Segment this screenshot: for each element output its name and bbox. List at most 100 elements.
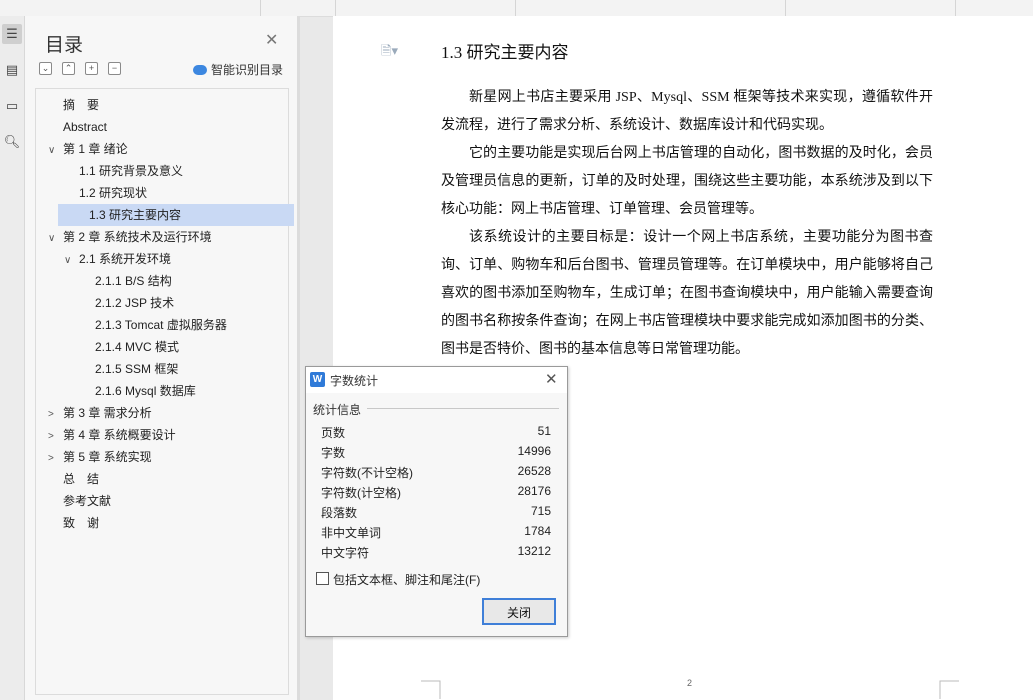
- stat-row: 字符数(不计空格) 26528: [321, 461, 551, 481]
- toolbar-separator: [260, 0, 261, 16]
- toc-item[interactable]: ∨ 第 2 章 系统技术及运行环境: [48, 226, 212, 248]
- find-panel-icon[interactable]: 🔍︎: [2, 132, 22, 152]
- stat-label: 字符数(计空格): [321, 486, 401, 500]
- toc-item[interactable]: 1.3 研究主要内容: [58, 204, 294, 226]
- chevron-right-icon[interactable]: >: [48, 448, 58, 470]
- toc-item[interactable]: Abstract: [48, 116, 107, 138]
- toc-item[interactable]: 2.1.4 MVC 模式: [80, 336, 179, 358]
- toc-item-label: 2.1.2 JSP 技术: [95, 296, 175, 310]
- toc-item-label: 2.1.1 B/S 结构: [95, 274, 172, 288]
- toolbar-separator: [785, 0, 786, 16]
- navigation-pane: 目录 ✕ ⌄ ⌃ + − 智能识别目录 摘 要 Abstract ∨ 第 1 章 绪论…: [25, 16, 297, 700]
- toc-item[interactable]: 2.1.5 SSM 框架: [80, 358, 178, 380]
- toc-item-label: 2.1.5 SSM 框架: [95, 362, 179, 376]
- collapse-up-icon[interactable]: ⌃: [62, 62, 75, 75]
- stat-label: 页数: [321, 426, 346, 440]
- toc-item[interactable]: 1.2 研究现状: [64, 182, 147, 204]
- stat-label: 字符数(不计空格): [321, 466, 413, 480]
- toc-toolbar: ⌄ ⌃ + −: [39, 62, 121, 75]
- dialog-title: 字数统计: [330, 374, 379, 388]
- stat-label: 中文字符: [321, 546, 370, 560]
- toc-item[interactable]: 参考文献: [48, 490, 111, 512]
- stat-row: 页数 51: [321, 421, 551, 441]
- close-icon[interactable]: ✕: [545, 370, 558, 388]
- app-logo-icon: W: [310, 372, 325, 387]
- toc-item-label: 1.1 研究背景及意义: [79, 164, 184, 178]
- toc-item[interactable]: 2.1.2 JSP 技术: [80, 292, 174, 314]
- chevron-down-icon[interactable]: ∨: [64, 250, 74, 272]
- close-button[interactable]: 关闭: [482, 598, 556, 625]
- toc-item[interactable]: ∨ 第 1 章 绪论: [48, 138, 128, 160]
- include-textbox-checkbox[interactable]: [316, 572, 329, 585]
- toc-item[interactable]: ∨ 2.1 系统开发环境: [64, 248, 171, 270]
- toc-title: 目录: [45, 35, 84, 56]
- toolbar-separator: [335, 0, 336, 16]
- toc-item-label: 第 4 章 系统概要设计: [63, 428, 176, 442]
- outline-panel-icon[interactable]: ▤: [2, 60, 22, 80]
- toc-item-label: 第 5 章 系统实现: [63, 450, 152, 464]
- include-textbox-label[interactable]: 包括文本框、脚注和尾注(F): [333, 571, 480, 588]
- top-toolbar-strip: [0, 0, 1033, 17]
- body-text: 新星网上书店主要采用 JSP、Mysql、SSM 框架等技术来实现，遵循软件开发…: [441, 84, 933, 364]
- stat-value: 28176: [517, 484, 551, 498]
- bookmark-panel-icon[interactable]: ▭: [2, 96, 22, 116]
- margin-corner-mark: [939, 680, 959, 699]
- stat-label: 段落数: [321, 506, 358, 520]
- stat-row: 段落数 715: [321, 501, 551, 521]
- cloud-icon: [193, 64, 207, 75]
- pane-splitter[interactable]: [297, 16, 300, 700]
- word-count-dialog: W 字数统计 ✕ 统计信息 页数 51 字数 14996 字符数(不计空格) 26528 字…: [305, 366, 568, 637]
- smart-toc-button[interactable]: 智能识别目录: [193, 61, 283, 78]
- document-icon[interactable]: 🗎▾: [381, 42, 398, 64]
- smart-toc-label: 智能识别目录: [211, 63, 284, 77]
- page-number: 2: [687, 678, 693, 688]
- toc-item[interactable]: 2.1.6 Mysql 数据库: [80, 380, 196, 402]
- close-icon[interactable]: ✕: [265, 30, 278, 50]
- toolbar-separator: [955, 0, 956, 16]
- expand-down-icon[interactable]: ⌄: [39, 62, 52, 75]
- chevron-right-icon[interactable]: >: [48, 404, 58, 426]
- chevron-down-icon[interactable]: ∨: [48, 140, 58, 162]
- stat-value: 26528: [517, 464, 551, 478]
- stat-value: 14996: [517, 444, 551, 458]
- toc-item-label: Abstract: [63, 120, 108, 134]
- chevron-down-icon[interactable]: ∨: [48, 228, 58, 250]
- stat-value: 51: [537, 424, 551, 438]
- toc-item[interactable]: 总 结: [48, 468, 99, 490]
- chevron-right-icon[interactable]: >: [48, 426, 58, 448]
- paragraph: 新星网上书店主要采用 JSP、Mysql、SSM 框架等技术来实现，遵循软件开发…: [441, 90, 933, 133]
- toc-item-label: 1.3 研究主要内容: [89, 208, 182, 222]
- stat-value: 715: [530, 504, 551, 518]
- remove-icon[interactable]: −: [108, 62, 121, 75]
- toc-item[interactable]: 摘 要: [48, 94, 99, 116]
- toc-panel-icon[interactable]: ☰: [2, 24, 22, 44]
- stat-label: 非中文单词: [321, 526, 382, 540]
- toc-item-label: 第 1 章 绪论: [63, 142, 128, 156]
- toc-item-label: 摘 要: [63, 98, 100, 112]
- toc-item[interactable]: > 第 3 章 需求分析: [48, 402, 152, 424]
- paragraph: 该系统设计的主要目标是：设计一个网上书店系统，主要功能分为图书查询、订单、购物车…: [441, 230, 933, 357]
- toc-item-label: 1.2 研究现状: [79, 186, 148, 200]
- dialog-titlebar[interactable]: W 字数统计 ✕: [306, 367, 567, 393]
- stat-row: 字符数(计空格) 28176: [321, 481, 551, 501]
- toc-item[interactable]: 2.1.1 B/S 结构: [80, 270, 172, 292]
- stat-row: 中文字符 13212: [321, 541, 551, 561]
- toc-item-label: 2.1.6 Mysql 数据库: [95, 384, 196, 398]
- stat-row: 字数 14996: [321, 441, 551, 461]
- toc-item-label: 第 2 章 系统技术及运行环境: [63, 230, 212, 244]
- stat-row: 非中文单词 1784: [321, 521, 551, 541]
- stat-value: 1784: [524, 524, 551, 538]
- stat-value: 13212: [517, 544, 551, 558]
- toc-item-label: 致 谢: [63, 516, 100, 530]
- toc-item-label: 第 3 章 需求分析: [63, 406, 152, 420]
- toc-item[interactable]: 2.1.3 Tomcat 虚拟服务器: [80, 314, 227, 336]
- toc-tree: 摘 要 Abstract ∨ 第 1 章 绪论 1.1 研究背景及意义 1.2 研究现状 1…: [35, 88, 294, 695]
- toc-item[interactable]: > 第 4 章 系统概要设计: [48, 424, 176, 446]
- side-icon-rail: ☰ ▤ ▭ 🔍︎: [0, 16, 25, 700]
- toc-item[interactable]: 致 谢: [48, 512, 99, 534]
- toc-item-label: 2.1 系统开发环境: [79, 252, 172, 266]
- add-icon[interactable]: +: [85, 62, 98, 75]
- toc-item[interactable]: 1.1 研究背景及意义: [64, 160, 183, 182]
- toc-item[interactable]: > 第 5 章 系统实现: [48, 446, 152, 468]
- toolbar-separator: [515, 0, 516, 16]
